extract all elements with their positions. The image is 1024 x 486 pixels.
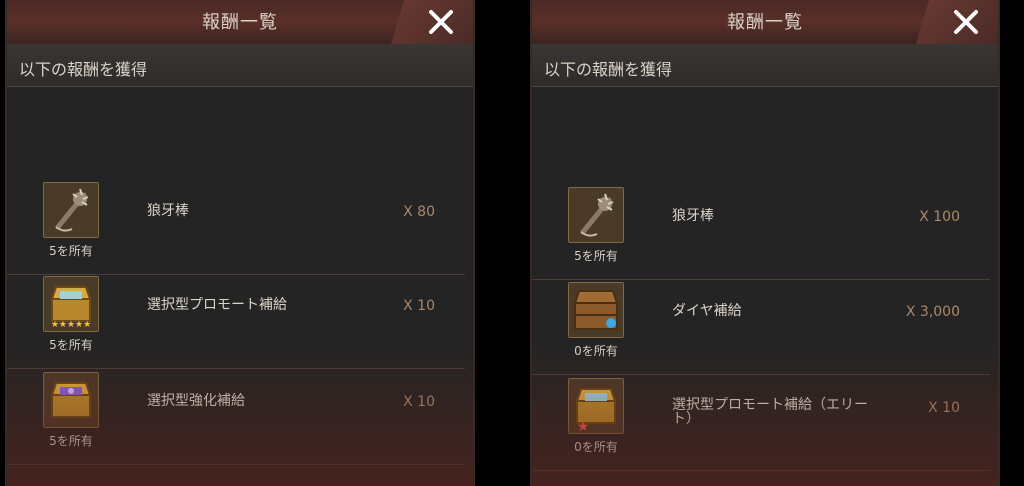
reward-row: 5を所有 選択型強化補給 X 10 [7,370,465,465]
owned-count: 5を所有 [49,338,93,352]
close-icon [954,10,978,34]
item-name: 選択型プロモート補給（エリート） [672,397,868,427]
item-name: 選択型プロモート補給 [147,297,287,313]
subheader-text: 以下の報酬を獲得 [19,60,148,79]
reward-row: 5を所有 狼牙棒 X 80 [7,180,465,275]
reward-subheader: 以下の報酬を獲得 [532,44,998,87]
owned-count: 5を所有 [49,434,93,448]
treasure-chest-5star-icon: ★★★★★ [43,276,99,332]
item-quantity: X 3,000 [905,304,960,320]
reward-row: 5を所有 狼牙棒 X 100 [532,185,990,280]
item-quantity: X 10 [403,298,435,314]
reward-row: ★★★★★ 5を所有 選択型プロモート補給 X 10 [7,274,465,369]
owned-count: 0を所有 [574,344,618,358]
spiked-club-icon [568,187,624,243]
item-name: 狼牙棒 [147,203,189,219]
close-button[interactable] [916,0,998,44]
treasure-chest-purple-icon [43,372,99,428]
owned-count: 5を所有 [574,249,618,263]
close-button[interactable] [391,0,473,44]
treasure-chest-elite-icon: ★ [568,378,624,435]
title-bar: 報酬一覧 [7,0,473,45]
item-name: 選択型強化補給 [147,393,245,409]
item-name: 狼牙棒 [672,208,714,224]
reward-list-panel-left: 報酬一覧 以下の報酬を獲得 5を所有 狼牙棒 X 80 ★★★★★ 5を所有 選… [5,0,475,486]
owned-count: 0を所有 [574,440,618,454]
item-name: ダイヤ補給 [672,303,742,319]
star-rating: ★★★★★ [51,320,91,330]
item-quantity: X 80 [403,204,435,220]
close-icon [429,10,453,34]
item-quantity: X 10 [403,394,435,410]
reward-row: ★ 0を所有 選択型プロモート補給（エリート） X 10 [532,376,990,471]
owned-count: 5を所有 [49,244,93,258]
reward-row: 0を所有 ダイヤ補給 X 3,000 [532,280,990,375]
wooden-chest-icon [568,282,624,338]
item-quantity: X 10 [928,400,960,416]
subheader-text: 以下の報酬を獲得 [544,60,673,79]
reward-list-panel-right: 報酬一覧 以下の報酬を獲得 5を所有 狼牙棒 X 100 0を所有 ダイヤ補給 … [530,0,1000,486]
item-quantity: X 100 [919,209,960,225]
star-rating: ★ [577,419,590,433]
spiked-club-icon [43,182,99,238]
reward-subheader: 以下の報酬を獲得 [7,44,473,87]
title-bar: 報酬一覧 [532,0,998,45]
